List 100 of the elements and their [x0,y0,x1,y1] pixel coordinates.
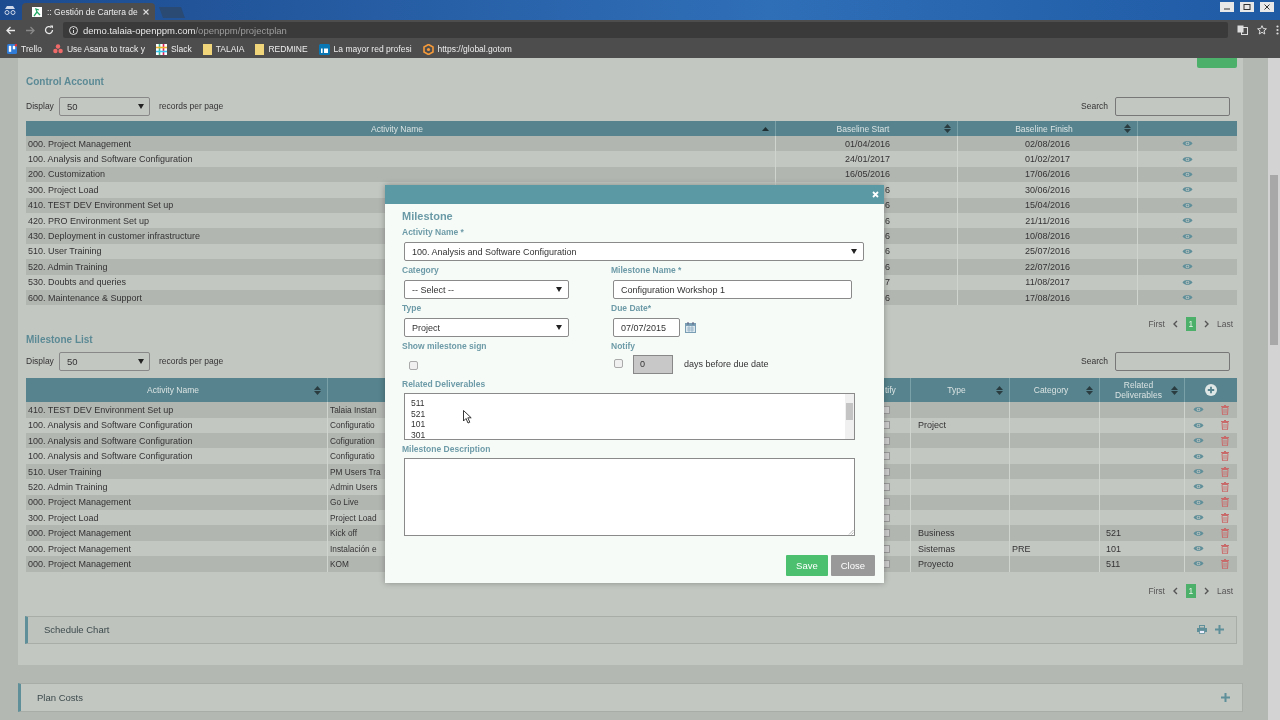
bookmark[interactable]: La mayor red profesi [318,43,412,55]
eye-icon[interactable] [1193,514,1204,522]
maximize-icon[interactable] [1240,2,1254,12]
milestone-name-field[interactable]: Configuration Workshop 1 [613,280,852,299]
trash-icon[interactable] [1221,451,1229,462]
eye-icon[interactable] [1193,545,1204,552]
search-field[interactable] [1115,96,1230,116]
minimize-icon[interactable] [1220,2,1234,12]
checkbox[interactable] [614,358,623,368]
trash-icon[interactable] [1221,528,1229,539]
grid-icon [155,43,167,55]
eye-icon[interactable] [1182,201,1193,209]
incognito-icon[interactable] [3,5,17,15]
category-select[interactable]: -- Select -- [404,280,569,299]
eye-icon[interactable] [1193,483,1204,491]
table-cell: 10/08/2016 [958,228,1138,244]
activity-select[interactable]: 100. Analysis and Software Configuration [404,242,864,261]
description-field[interactable] [404,458,855,536]
first-link[interactable]: First [1148,319,1165,330]
section-title: Milestone List [26,333,93,348]
bookmark[interactable]: Use Asana to track y [52,44,145,54]
eye-icon[interactable] [1182,140,1193,148]
new-tab-button[interactable] [159,7,185,18]
eye-icon[interactable] [1182,294,1193,302]
field-label: Show milestone sign [402,340,488,353]
field-label: Category [402,264,440,277]
trash-icon[interactable] [1221,543,1229,554]
eye-icon[interactable] [1193,437,1204,445]
eye-icon[interactable] [1193,468,1204,476]
calendar-icon[interactable] [685,322,696,333]
list-item[interactable]: 101 [411,419,839,430]
translate-icon[interactable] [1237,25,1248,35]
forward-icon[interactable] [25,25,35,35]
bookmark[interactable]: Slack [155,43,192,55]
first-link[interactable]: First [1148,585,1165,596]
trash-icon[interactable] [1221,466,1229,477]
deliverables-list[interactable]: 511 521 101 301 [404,393,855,440]
reload-icon[interactable] [44,25,54,35]
eye-icon[interactable] [1182,170,1193,178]
back-icon[interactable] [6,25,16,35]
trash-icon[interactable] [1221,435,1229,446]
eye-icon[interactable] [1193,560,1204,568]
eye-icon[interactable] [1182,278,1193,286]
bookmark[interactable]: https://global.gotom [422,43,512,55]
trash-icon[interactable] [1221,512,1229,523]
square-icon [318,43,330,55]
bookmark[interactable]: REDMINE [255,43,308,55]
browser-tab[interactable]: :: Gestión de Cartera de [22,3,155,20]
next-icon[interactable] [1203,586,1209,595]
trash-icon[interactable] [1221,420,1229,431]
plus-icon[interactable] [1215,625,1224,635]
previous-icon[interactable] [1172,320,1178,329]
eye-icon[interactable] [1182,155,1193,163]
scrollbar[interactable] [1268,58,1280,720]
eye-icon[interactable] [1182,232,1193,240]
print-icon[interactable] [1197,625,1207,635]
panel-title: Plan Costs [37,692,84,703]
resize-grip-icon[interactable] [848,529,854,535]
last-link[interactable]: Last [1216,585,1233,596]
list-item[interactable]: 521 [411,408,839,420]
menu-icon[interactable] [1276,25,1279,35]
table-cell: 11/08/2017 [958,274,1138,290]
close-icon[interactable] [143,8,149,15]
field-label: Activity Name * [402,226,465,239]
eye-icon[interactable] [1182,186,1193,194]
scrollbar[interactable] [845,394,854,439]
eye-icon[interactable] [1193,498,1204,506]
trash-icon[interactable] [1221,405,1229,415]
eye-icon[interactable] [1182,217,1193,225]
address-field[interactable]: demo.talaia-openppm.com/openppm/projectplan [63,22,1228,38]
info-icon[interactable] [69,25,78,35]
search-field[interactable] [1115,351,1230,371]
next-icon[interactable] [1203,320,1209,329]
eye-icon[interactable] [1182,247,1193,255]
trash-icon[interactable] [1221,558,1229,569]
page-size-select[interactable]: 50 [58,96,150,116]
eye-icon[interactable] [1193,529,1204,537]
checkbox[interactable] [409,360,418,370]
trash-icon[interactable] [1221,497,1229,508]
close-icon[interactable] [1260,2,1274,12]
eye-icon[interactable] [1193,452,1204,460]
previous-icon[interactable] [1172,586,1178,595]
bookmark[interactable]: Trello [7,44,42,54]
collapsible-panel[interactable]: Plan Costs [18,683,1243,712]
eye-icon[interactable] [1193,406,1204,414]
records-label: records per page [158,356,224,367]
type-select[interactable]: Project [404,318,569,337]
display-label: Display [26,356,54,367]
last-link[interactable]: Last [1216,319,1233,330]
plus-icon[interactable] [1221,693,1230,702]
trash-icon[interactable] [1221,481,1229,492]
eye-icon[interactable] [1182,263,1193,271]
add-icon[interactable] [1205,384,1217,397]
bookmark[interactable]: TALAIA [202,43,245,55]
star-icon[interactable] [1257,25,1267,35]
date-field[interactable]: 07/07/2015 [613,318,680,337]
search-label: Search [1081,356,1108,367]
page-size-select[interactable]: 50 [58,351,150,371]
eye-icon[interactable] [1193,421,1204,429]
collapsible-panel[interactable]: Schedule Chart [25,615,1237,644]
